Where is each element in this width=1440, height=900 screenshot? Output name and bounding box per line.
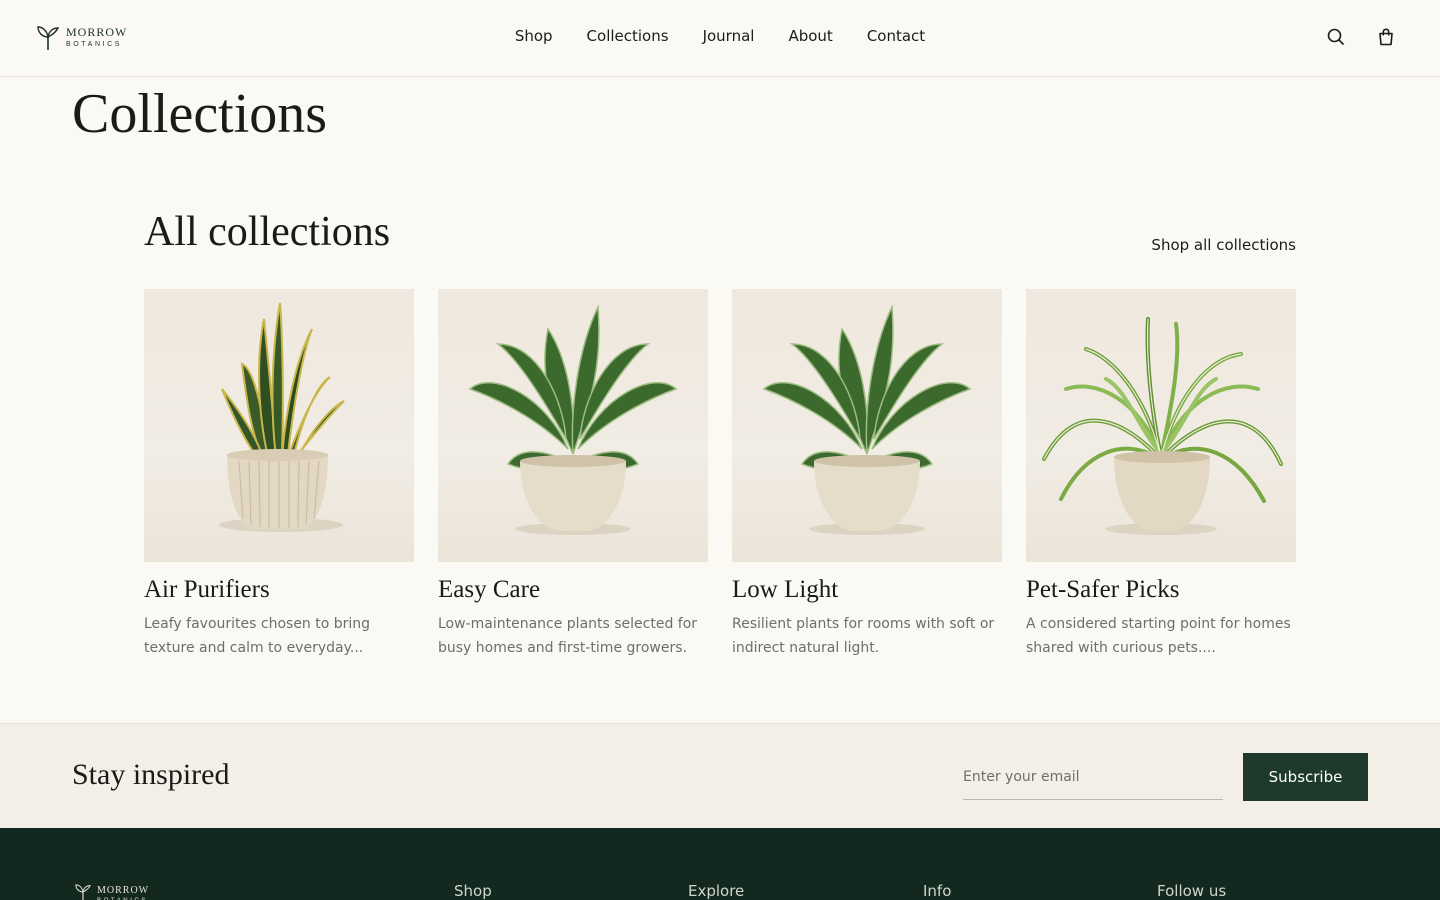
- logo-sub: BOTANICS: [66, 41, 123, 48]
- main-nav: Shop Collections Journal About Contact: [0, 27, 1440, 45]
- collection-image[interactable]: [1026, 289, 1296, 562]
- nav-item-about[interactable]: About: [788, 27, 832, 45]
- footer-logo[interactable]: MORROW BOTANICS: [74, 882, 149, 900]
- nav-item-collections[interactable]: Collections: [587, 27, 669, 45]
- snake-plant-image: [219, 302, 345, 532]
- shopping-bag-icon: [1379, 28, 1393, 46]
- spider-plant-image: [1042, 317, 1283, 535]
- footer-column-shop: Shop: [454, 882, 492, 900]
- collection-description: A considered starting point for homes sh…: [1026, 616, 1291, 656]
- email-field[interactable]: [963, 754, 1223, 800]
- collection-description: Resilient plants for rooms with soft or …: [732, 616, 995, 656]
- site-header: MORROW BOTANICS Shop Collections Journal…: [0, 0, 1440, 77]
- footer-column-follow-us: Follow us: [1157, 882, 1227, 900]
- newsletter-section: Stay inspired Subscribe: [0, 723, 1440, 828]
- footer-column-info: Info: [923, 882, 952, 900]
- collection-image[interactable]: [438, 289, 708, 562]
- search-icon: [1327, 28, 1345, 46]
- sprout-logo-icon: [37, 26, 60, 50]
- footer-logo-name: MORROW: [97, 885, 150, 896]
- nav-item-journal[interactable]: Journal: [703, 27, 755, 45]
- nav-item-contact[interactable]: Contact: [867, 27, 925, 45]
- subscribe-button[interactable]: Subscribe: [1243, 753, 1368, 801]
- collection-image[interactable]: [732, 289, 1002, 562]
- page-title: Collections: [72, 83, 328, 145]
- site-footer: MORROW BOTANICS Shop Explore Info Follow…: [0, 828, 1440, 900]
- collection-card[interactable]: Easy Care Low-maintenance plants selecte…: [438, 289, 708, 660]
- collection-card[interactable]: Air Purifiers Leafy favourites chosen to…: [144, 289, 414, 660]
- sprout-logo-icon: [75, 884, 91, 900]
- brand-logo[interactable]: MORROW BOTANICS: [36, 23, 127, 51]
- nav-item-shop[interactable]: Shop: [515, 27, 553, 45]
- collection-description: Leafy favourites chosen to bring texture…: [144, 616, 371, 656]
- collections-grid: Air Purifiers Leafy favourites chosen to…: [144, 289, 1296, 660]
- collection-title[interactable]: Low Light: [732, 576, 1002, 604]
- search-button[interactable]: [1326, 27, 1346, 47]
- collection-image[interactable]: [144, 289, 414, 562]
- cart-button[interactable]: [1376, 27, 1396, 47]
- collection-description: Low-maintenance plants selected for busy…: [438, 616, 698, 656]
- collection-title[interactable]: Pet-Safer Picks: [1026, 576, 1296, 604]
- collection-card[interactable]: Pet-Safer Picks A considered starting po…: [1026, 289, 1296, 660]
- collection-title[interactable]: Easy Care: [438, 576, 708, 604]
- aglaonema-plant-image: [762, 304, 972, 535]
- logo-name: MORROW: [66, 25, 128, 39]
- collection-title[interactable]: Air Purifiers: [144, 576, 414, 604]
- collection-card[interactable]: Low Light Resilient plants for rooms wit…: [732, 289, 1002, 660]
- aglaonema-plant-image: [468, 304, 678, 535]
- section-title: All collections: [144, 209, 391, 255]
- footer-column-explore: Explore: [688, 882, 745, 900]
- shop-all-collections-link[interactable]: Shop all collections: [1151, 236, 1296, 254]
- newsletter-title: Stay inspired: [72, 758, 230, 791]
